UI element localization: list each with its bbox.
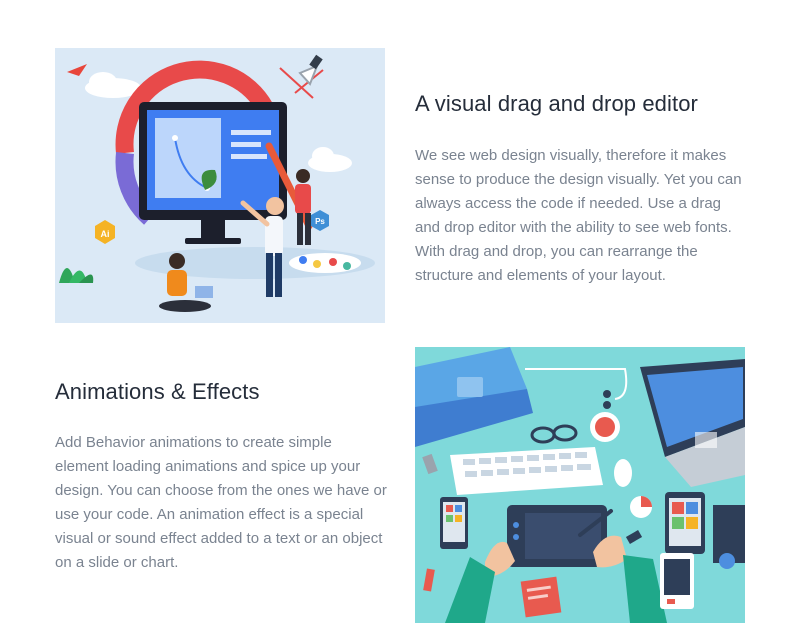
feature-title-animations-effects: Animations & Effects: [55, 379, 260, 404]
feature-title-drag-drop-editor: A visual drag and drop editor: [415, 91, 698, 116]
feature-description-drag-drop-editor: We see web design visually, therefore it…: [415, 147, 742, 284]
designer-monitor-image: Ai Ps: [55, 48, 385, 323]
drag-drop-editor-illustration: Ai Ps: [55, 48, 385, 323]
svg-text:Ai: Ai: [101, 229, 110, 239]
svg-text:Ps: Ps: [315, 217, 325, 226]
animations-effects-illustration: [415, 347, 745, 623]
feature-description-animations-effects: Add Behavior animations to create simple…: [55, 434, 387, 571]
desk-flatlay-image: [415, 347, 745, 623]
